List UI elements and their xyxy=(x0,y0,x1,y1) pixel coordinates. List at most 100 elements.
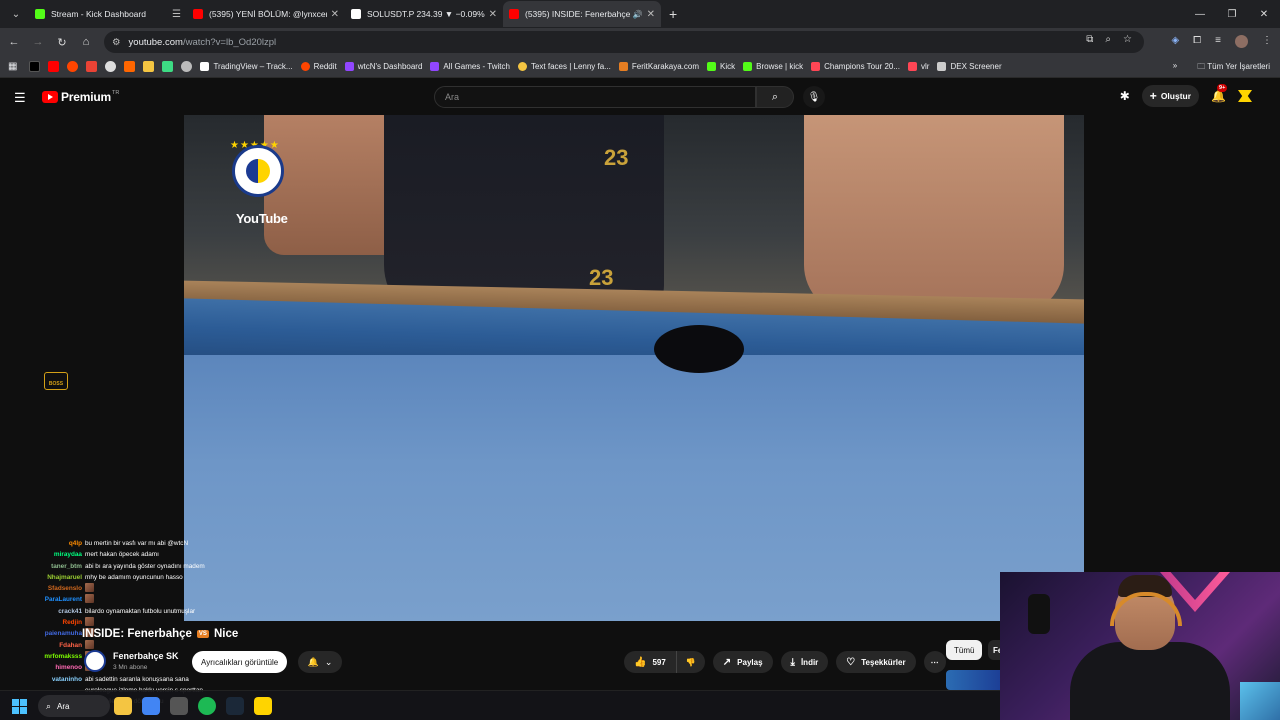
dislike-button[interactable]: 👎 xyxy=(676,651,705,673)
tab-search-icon[interactable]: ⌄ xyxy=(3,3,29,25)
account-avatar[interactable] xyxy=(1238,90,1252,102)
new-tab-button[interactable]: + xyxy=(669,6,677,22)
search-input[interactable]: Ara xyxy=(434,86,756,108)
x-icon[interactable] xyxy=(29,61,41,72)
close-icon[interactable]: ✕ xyxy=(331,9,339,20)
chrome-icon[interactable] xyxy=(142,697,160,715)
thumbs-up-icon: 👍 xyxy=(634,656,647,668)
jersey-number: 23 xyxy=(604,145,629,170)
more-actions-button[interactable]: ⋯ xyxy=(923,651,946,673)
site-info-icon[interactable]: ⚙ xyxy=(112,37,121,48)
home-icon[interactable]: ⌂ xyxy=(74,36,98,48)
bookmark-champions-tour[interactable]: Champions Tour 20... xyxy=(811,62,900,71)
bookmark-icon[interactable] xyxy=(143,61,155,72)
subscription-bell-button[interactable]: 🔔 ⌄ xyxy=(298,651,342,673)
bookmark-label: DEX Screener xyxy=(950,62,1002,71)
media-control-icon[interactable]: ≡ xyxy=(1215,35,1221,48)
chat-text: bilardo oynamaktan futbolu unutmuşlar xyxy=(85,607,196,615)
channel-avatar[interactable] xyxy=(84,650,106,672)
thanks-button[interactable]: ♡ Teşekkürler xyxy=(836,651,916,673)
bell-icon: 🔔 xyxy=(307,656,319,667)
bookmark-browse-kick[interactable]: Browse | kick xyxy=(743,62,803,71)
country-code: TR xyxy=(111,89,120,96)
bookmarks-bar: ▦ TradingView – Track... Reddit wtcN's D… xyxy=(0,56,1280,78)
minimize-icon[interactable]: — xyxy=(1184,0,1216,28)
close-icon[interactable]: ✕ xyxy=(489,9,497,20)
reddit-alien-icon[interactable] xyxy=(67,61,79,72)
notifications-button[interactable]: 🔔 9+ xyxy=(1211,84,1228,103)
like-button[interactable]: 👍 597 xyxy=(624,651,677,673)
youtube-premium-logo[interactable]: Premium TR xyxy=(42,90,119,104)
address-bar[interactable]: ⚙ youtube.com/watch?v=lb_Od20lzpl xyxy=(104,31,1144,53)
voice-search-button[interactable]: 🎙 xyxy=(803,86,825,108)
forward-icon[interactable]: → xyxy=(26,36,50,48)
bookmark-wtcn-dashboard[interactable]: wtcN's Dashboard xyxy=(344,62,422,71)
globe-icon[interactable] xyxy=(181,61,193,72)
bookmark-all-games-twitch[interactable]: All Games - Twitch xyxy=(430,62,510,71)
app-pinned-icon[interactable] xyxy=(254,697,272,715)
zoom-icon[interactable]: ⌕ xyxy=(1105,34,1111,45)
download-button[interactable]: ⤓ İndir xyxy=(780,651,829,673)
steam-icon[interactable] xyxy=(226,697,244,715)
tab-kick-dashboard[interactable]: Stream - Kick Dashboard ☰ xyxy=(29,1,187,27)
search-button[interactable]: ⌕ xyxy=(756,86,794,108)
spotify-icon[interactable] xyxy=(198,697,216,715)
profile-avatar[interactable] xyxy=(1235,35,1248,48)
hackernews-icon[interactable] xyxy=(124,61,136,72)
chevron-right-icon[interactable]: » xyxy=(1173,61,1177,75)
video-player[interactable]: 23 23 ★★★★★ YouTube xyxy=(184,115,1084,621)
bookmark-dex-screener[interactable]: DEX Screener xyxy=(937,62,1002,71)
join-button[interactable]: Ayrıcalıkları görüntüle xyxy=(192,651,288,673)
like-dislike-group: 👍 597 👎 xyxy=(624,651,705,673)
create-button[interactable]: + Oluştur xyxy=(1141,85,1200,107)
all-bookmarks-folder[interactable]: 🗀 Tüm Yer İşaretleri xyxy=(1197,61,1270,75)
speaker-icon[interactable]: 🔊 xyxy=(633,10,643,19)
thumbs-down-icon: 👎 xyxy=(685,657,696,667)
tab-youtube-inside-fenerbahce[interactable]: (5395) INSIDE: Fenerbahçe | 🔊 ✕ xyxy=(503,1,661,27)
recommended-thumbnail[interactable] xyxy=(946,670,1006,690)
bookmark-star-icon[interactable]: ☆ xyxy=(1123,34,1132,45)
apps-grid-icon[interactable]: ▦ xyxy=(8,61,17,72)
channel-name[interactable]: Fenerbahçe SK xyxy=(113,651,179,661)
chat-username: Fdahan xyxy=(59,641,82,649)
share-button[interactable]: ↗ Paylaş xyxy=(712,651,773,673)
bookmark-label: Text faces | Lenny fa... xyxy=(530,62,611,71)
tab-youtube-yeni-bolum[interactable]: (5395) YENİ BÖLÜM: @lynxcere ✕ xyxy=(187,1,345,27)
windows-start-icon[interactable] xyxy=(12,699,27,714)
extension-icon[interactable]: ◈ xyxy=(1171,35,1179,48)
cast-icon[interactable]: ⧉ xyxy=(1086,34,1093,45)
menu-icon[interactable]: ☰ xyxy=(14,90,26,106)
browser-toolbar: ← → ↻ ⌂ ⚙ youtube.com/watch?v=lb_Od20lzp… xyxy=(0,28,1280,56)
microphone-icon: 🎙 xyxy=(807,91,821,103)
pool-table-cloth xyxy=(184,355,1084,621)
chat-message: Fdahan xyxy=(38,639,298,651)
close-window-icon[interactable]: ✕ xyxy=(1248,0,1280,28)
bookmark-feritkarakaya[interactable]: FeritKarakaya.com xyxy=(618,62,699,71)
maximize-icon[interactable]: ❐ xyxy=(1216,0,1248,28)
bookmark-text-faces[interactable]: Text faces | Lenny fa... xyxy=(517,62,611,71)
gmail-icon[interactable] xyxy=(86,61,98,72)
close-icon[interactable]: ☰ xyxy=(172,9,181,20)
android-icon[interactable] xyxy=(162,61,174,72)
video-title-main: INSIDE: Fenerbahçe xyxy=(82,628,192,640)
extensions-puzzle-icon[interactable]: ⧠ xyxy=(1193,35,1201,48)
close-icon[interactable]: ✕ xyxy=(647,9,655,20)
reload-icon[interactable]: ↻ xyxy=(50,36,74,49)
bookmark-reddit[interactable]: Reddit xyxy=(300,62,337,71)
extension-puzzle-icon[interactable]: ✱ xyxy=(1120,89,1130,103)
bookmark-kick[interactable]: Kick xyxy=(707,62,735,71)
taskbar-search[interactable]: ⌕ Ara xyxy=(38,695,110,717)
search-placeholder: Ara xyxy=(445,92,460,102)
browser-menu-icon[interactable]: ⋮ xyxy=(1262,35,1272,48)
tab-tradingview[interactable]: SOLUSDT.P 234.39 ▼ −0.09% U ✕ xyxy=(345,1,503,27)
chip-all[interactable]: Tümü xyxy=(946,640,983,660)
smiley-icon xyxy=(517,62,527,71)
github-icon[interactable] xyxy=(105,61,117,72)
bookmark-tradingview[interactable]: TradingView – Track... xyxy=(200,62,293,71)
app-icon[interactable] xyxy=(170,697,188,715)
chat-username: mrfomaksss xyxy=(44,652,82,660)
bookmark-vlr[interactable]: vlr xyxy=(908,62,929,71)
file-explorer-icon[interactable] xyxy=(114,697,132,715)
youtube-icon[interactable] xyxy=(48,61,60,72)
back-icon[interactable]: ← xyxy=(2,36,26,48)
